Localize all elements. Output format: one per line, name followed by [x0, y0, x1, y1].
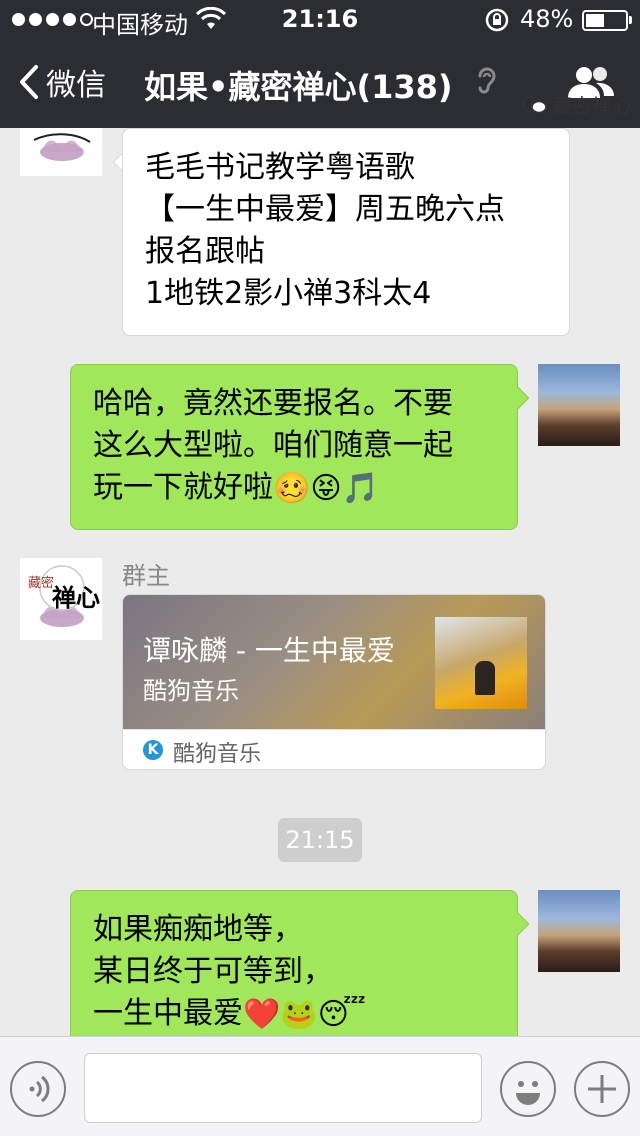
- my-avatar[interactable]: [538, 364, 620, 446]
- back-button[interactable]: 微信: [18, 60, 106, 104]
- message-line: 报名跟帖: [145, 234, 265, 269]
- kugou-icon: K: [143, 740, 163, 760]
- card-source-bar: K 酷狗音乐: [123, 729, 545, 769]
- group-owner-avatar[interactable]: 藏密 禅心: [20, 558, 102, 640]
- battery-percentage: 48%: [520, 5, 574, 33]
- avatar-text-main: 禅心: [52, 583, 100, 612]
- watermark-text: 藏密禅心: [552, 94, 632, 118]
- smiley-icon: [516, 1081, 540, 1105]
- song-title: 谭咏麟 - 一生中最爱: [143, 634, 395, 667]
- tongue-out-emoji: 😝: [310, 470, 342, 506]
- message-line: 毛毛书记教学粤语歌: [145, 150, 415, 185]
- message-text: 一生中最爱: [93, 996, 243, 1031]
- earpiece-icon: [476, 66, 498, 102]
- music-share-card[interactable]: 谭咏麟 - 一生中最爱 酷狗音乐 K 酷狗音乐: [122, 594, 546, 770]
- battery-tip: [629, 16, 632, 24]
- back-label: 微信: [46, 68, 106, 103]
- zen-lotus-icon: [33, 133, 91, 161]
- my-avatar[interactable]: [538, 890, 620, 972]
- more-button[interactable]: [574, 1061, 630, 1117]
- message-input[interactable]: [84, 1053, 482, 1123]
- emoji-button[interactable]: [500, 1061, 556, 1117]
- message-line: 哈哈，竟然还要报名。不要: [93, 386, 453, 421]
- card-source-name: 酷狗音乐: [173, 742, 262, 767]
- message-line: 这么大型啦。咱们随意一起: [93, 428, 453, 463]
- input-toolbar: [0, 1036, 640, 1136]
- time-divider: 21:15: [278, 818, 362, 862]
- battery-icon: [582, 10, 628, 31]
- message-text: 玩一下就好啦: [93, 470, 273, 505]
- sender-avatar[interactable]: [20, 128, 102, 176]
- message-line: 如果痴痴地等，: [93, 912, 303, 947]
- sender-name: 群主: [122, 562, 170, 590]
- sleepy-emoji: 😴: [317, 996, 366, 1032]
- woozy-face-emoji: 🥴: [273, 470, 311, 506]
- voice-icon: [29, 1075, 50, 1103]
- message-line: 一生中最爱❤️🐸😴: [93, 993, 495, 1036]
- music-note-emoji: 🎵: [341, 470, 379, 506]
- message-list[interactable]: 毛毛书记教学粤语歌 【一生中最爱】周五晚六点 报名跟帖 1地铁2影小禅3科太4 …: [0, 128, 640, 1036]
- voice-input-button[interactable]: [10, 1061, 66, 1117]
- watermark: 藏密禅心: [522, 90, 632, 119]
- plus-icon: [588, 1075, 616, 1103]
- heart-emoji: ❤️: [243, 996, 281, 1032]
- frog-emoji: 🐸: [280, 996, 318, 1032]
- back-chevron-icon: [20, 65, 38, 99]
- avatar-text-small: 藏密: [28, 576, 55, 591]
- message-bubble[interactable]: 如果痴痴地等， 某日终于可等到， 一生中最爱❤️🐸😴: [70, 890, 518, 1036]
- rotation-lock-icon: [484, 7, 510, 39]
- message-line: 【一生中最爱】周五晚六点: [145, 192, 505, 227]
- wechat-logo-icon: [522, 95, 547, 113]
- message-bubble[interactable]: 哈哈，竟然还要报名。不要 这么大型啦。咱们随意一起 玩一下就好啦🥴😝🎵: [70, 364, 518, 530]
- message-line: 某日终于可等到，: [93, 954, 333, 989]
- song-app: 酷狗音乐: [143, 677, 239, 705]
- card-background: 谭咏麟 - 一生中最爱 酷狗音乐: [123, 595, 545, 729]
- message-line: 玩一下就好啦🥴😝🎵: [93, 467, 495, 510]
- chat-title: 如果•藏密禅心(138): [144, 68, 453, 106]
- album-cover: [435, 617, 527, 709]
- message-line: 1地铁2影小禅3科太4: [145, 276, 432, 311]
- status-bar: 中国移动 21:16 48%: [0, 0, 640, 40]
- message-bubble[interactable]: 毛毛书记教学粤语歌 【一生中最爱】周五晚六点 报名跟帖 1地铁2影小禅3科太4: [122, 128, 570, 336]
